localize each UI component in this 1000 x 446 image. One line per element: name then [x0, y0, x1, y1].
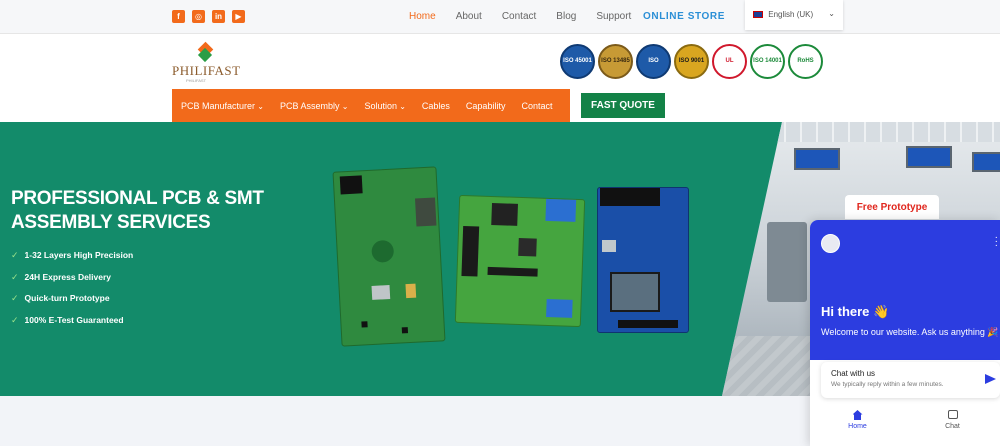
language-selector[interactable]: English (UK) ⌄: [745, 0, 843, 30]
instagram-icon[interactable]: ◎: [192, 10, 205, 23]
logo-mark-icon: [197, 41, 214, 63]
chat-with-us-card[interactable]: Chat with us We typically reply within a…: [821, 362, 1000, 398]
main-nav-item[interactable]: Capability: [466, 101, 506, 111]
feature-item: ✓ Quick-turn Prototype: [11, 293, 110, 303]
cert-badge: ISO 14001: [750, 44, 785, 79]
top-nav-home[interactable]: Home: [409, 11, 436, 22]
home-icon: [852, 410, 863, 420]
site-logo[interactable]: PHILIFAST PHILIFAST: [172, 41, 242, 83]
chevron-down-icon: ⌄: [828, 9, 835, 18]
main-nav-item[interactable]: Solution: [364, 101, 405, 111]
cert-badge: RoHS: [788, 44, 823, 79]
free-prototype-label[interactable]: Free Prototype: [845, 195, 939, 219]
linkedin-icon[interactable]: in: [212, 10, 225, 23]
main-nav-item[interactable]: PCB Manufacturer: [181, 101, 264, 111]
language-label: English (UK): [768, 10, 814, 19]
logo-text: PHILIFAST: [172, 63, 241, 78]
check-icon: ✓: [11, 271, 19, 282]
top-nav-support[interactable]: Support: [596, 11, 631, 22]
more-options-icon[interactable]: · · ·: [995, 233, 998, 251]
top-bar: f ◎ in ▶ Home About Contact Blog Support…: [0, 0, 1000, 34]
feature-list: ✓ 1-32 Layers High Precision ✓ 24H Express…: [11, 250, 133, 336]
social-links: f ◎ in ▶: [172, 10, 245, 23]
chat-bubble-icon: [947, 410, 958, 419]
top-nav-blog[interactable]: Blog: [556, 11, 576, 22]
logo-subtext: PHILIFAST: [186, 78, 207, 83]
chat-tab-home[interactable]: Home: [810, 406, 905, 446]
chat-card-subtitle: We typically reply within a few minutes.: [831, 381, 944, 388]
main-nav-item[interactable]: Contact: [521, 101, 552, 111]
online-store-link[interactable]: ONLINE STORE: [643, 11, 725, 22]
avatar: [821, 234, 840, 253]
top-nav-contact[interactable]: Contact: [502, 11, 536, 22]
main-nav: PCB Manufacturer PCB Assembly Solution Cabl…: [172, 89, 570, 122]
chat-welcome-text: Welcome to our website. Ask us anything …: [821, 327, 999, 337]
top-nav: Home About Contact Blog Support: [409, 11, 631, 22]
chat-tab-chat[interactable]: Chat: [905, 406, 1000, 446]
feature-item: ✓ 100% E-Test Guaranteed: [11, 314, 124, 325]
facebook-icon[interactable]: f: [172, 10, 185, 23]
main-nav-item[interactable]: PCB Assembly: [280, 101, 348, 111]
cert-badge: UL: [712, 44, 747, 79]
hero-title-line2: ASSEMBLY SERVICES: [11, 211, 211, 233]
pcb-boards-image: [332, 162, 695, 392]
chat-card-title: Chat with us: [831, 369, 876, 378]
certification-badges: ISO 45001 ISO 13485 ISO ISO 9001 UL ISO 14001…: [560, 44, 823, 79]
cert-badge: ISO: [636, 44, 671, 79]
youtube-icon[interactable]: ▶: [232, 10, 245, 23]
cert-badge: ISO 9001: [674, 44, 709, 79]
hero-title-line1: PROFESSIONAL PCB & SMT: [11, 188, 264, 209]
check-icon: ✓: [11, 293, 19, 303]
hero-title: PROFESSIONAL PCB & SMT ASSEMBLY SERVICES: [11, 187, 264, 235]
chat-greeting: Hi there 👋: [821, 304, 890, 319]
check-icon: ✓: [11, 250, 19, 260]
feature-item: ✓ 1-32 Layers High Precision: [11, 250, 134, 260]
chat-header: · · · Hi there 👋 Welcome to our website. A…: [810, 220, 1000, 360]
chat-tabs: Home Chat: [810, 406, 1000, 446]
fast-quote-button[interactable]: FAST QUOTE: [581, 93, 665, 118]
send-icon[interactable]: [985, 374, 996, 384]
chat-widget[interactable]: · · · Hi there 👋 Welcome to our website. A…: [810, 220, 1000, 446]
top-nav-about[interactable]: About: [456, 11, 482, 22]
main-nav-item[interactable]: Cables: [422, 101, 450, 111]
cert-badge: ISO 45001: [560, 44, 595, 79]
uk-flag-icon: [753, 11, 763, 19]
feature-item: ✓ 24H Express Delivery: [11, 271, 112, 282]
check-icon: ✓: [11, 314, 19, 325]
cert-badge: ISO 13485: [598, 44, 633, 79]
